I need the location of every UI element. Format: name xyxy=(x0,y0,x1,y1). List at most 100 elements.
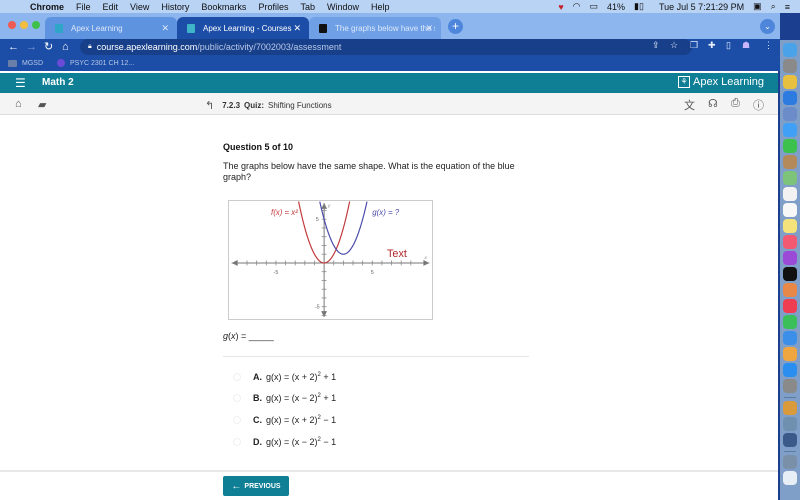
heart-status-icon[interactable]: ♥ xyxy=(558,2,563,12)
news-icon[interactable] xyxy=(783,299,797,313)
address-bar[interactable]: 🔒︎ course.apexlearning.com /public/activ… xyxy=(80,39,692,55)
app-store-icon[interactable] xyxy=(783,363,797,377)
chrome-menu-icon[interactable]: ⋮ xyxy=(764,40,773,51)
home-button[interactable]: ⌂ xyxy=(62,39,69,55)
finder-icon[interactable] xyxy=(783,43,797,57)
text-to-speech-icon[interactable]: ☊ xyxy=(708,97,718,110)
tab-apex-learning-courses[interactable]: Apex Learning - Courses ✕ xyxy=(177,17,309,39)
maps-icon[interactable] xyxy=(783,171,797,185)
arrow-left-icon: ← xyxy=(231,480,242,492)
pages-icon[interactable] xyxy=(783,347,797,361)
zoom-window-button[interactable] xyxy=(32,21,40,29)
close-tab-icon[interactable]: ✕ xyxy=(425,23,433,34)
airplay-icon[interactable]: ▭ xyxy=(590,1,599,12)
messages-icon[interactable] xyxy=(783,123,797,137)
print-icon[interactable]: ⎙ xyxy=(731,97,740,110)
radio-button[interactable] xyxy=(233,438,241,446)
screen-icon[interactable]: ▣ xyxy=(753,1,762,12)
apex-logo-icon: ⚘ xyxy=(678,76,691,88)
menu-edit[interactable]: Edit xyxy=(103,2,119,12)
sidebar-icon[interactable]: ▯ xyxy=(726,40,731,51)
menu-window[interactable]: Window xyxy=(327,2,359,12)
music-icon[interactable] xyxy=(783,235,797,249)
spotlight-icon[interactable]: ⌕ xyxy=(771,1,776,12)
x-tick-label: -5 xyxy=(274,270,279,276)
radio-button[interactable] xyxy=(233,373,241,381)
menu-view[interactable]: View xyxy=(130,2,149,12)
tab-graphs-question[interactable]: The graphs below have the sa ✕ xyxy=(309,17,441,39)
url-path: /public/activity/7002003/assessment xyxy=(197,42,342,52)
photos-icon[interactable] xyxy=(783,283,797,297)
web-page: ☰ Math 2 ⚘ Apex Learning ⌂ ▰ ↰ 7.2.3 Qui… xyxy=(0,71,778,500)
contacts-icon[interactable] xyxy=(783,155,797,169)
preview-icon[interactable] xyxy=(783,107,797,121)
course-header: ☰ Math 2 ⚘ Apex Learning xyxy=(0,73,778,93)
tab-groups-icon[interactable]: ❐ xyxy=(690,40,698,51)
choice-b[interactable]: B. g(x) = (x − 2)2 + 1 xyxy=(233,391,336,405)
world-icon[interactable] xyxy=(783,401,797,415)
choice-a[interactable]: A. g(x) = (x + 2)2 + 1 xyxy=(233,370,336,384)
menu-help[interactable]: Help xyxy=(371,2,390,12)
wifi-icon[interactable]: ◠ xyxy=(573,1,581,12)
podcasts-icon[interactable] xyxy=(783,251,797,265)
radio-button[interactable] xyxy=(233,394,241,402)
control-center-icon[interactable]: ≡ xyxy=(785,2,790,12)
tab-title: Apex Learning - Courses xyxy=(203,23,292,33)
lock-icon[interactable]: 🔒︎ xyxy=(88,43,92,51)
tab-search-button[interactable]: ⌄ xyxy=(760,19,775,34)
forward-button[interactable]: → xyxy=(26,39,37,55)
minimize-window-button[interactable] xyxy=(20,21,28,29)
choice-equation: g(x) = (x − 2)2 − 1 xyxy=(266,437,336,447)
menu-app-name[interactable]: Chrome xyxy=(30,2,64,12)
home-icon[interactable]: ⌂ xyxy=(15,98,22,110)
close-window-button[interactable] xyxy=(8,21,16,29)
extensions-icon[interactable]: ✚ xyxy=(708,40,716,51)
new-tab-button[interactable]: + xyxy=(448,19,463,34)
briefcase-icon[interactable]: ▰ xyxy=(38,98,46,111)
menu-bookmarks[interactable]: Bookmarks xyxy=(201,2,246,12)
calendar-icon[interactable] xyxy=(783,203,797,217)
previous-button[interactable]: ← PREVIOUS xyxy=(223,476,289,496)
profile-avatar-icon[interactable]: ☗ xyxy=(742,40,750,51)
share-icon[interactable]: ⇪ xyxy=(652,40,660,51)
menu-history[interactable]: History xyxy=(161,2,189,12)
bookmarks-bar: MGSD PSYC 2301 CH 12... xyxy=(0,55,780,71)
choice-d[interactable]: D. g(x) = (x − 2)2 − 1 xyxy=(233,435,336,449)
system-preferences-icon[interactable] xyxy=(783,379,797,393)
y-tick-label: -5 xyxy=(315,305,320,311)
menu-profiles[interactable]: Profiles xyxy=(258,2,288,12)
reload-button[interactable]: ↻ xyxy=(44,39,53,55)
notes-icon[interactable] xyxy=(783,219,797,233)
menu-tab[interactable]: Tab xyxy=(300,2,315,12)
numbers-icon[interactable] xyxy=(783,315,797,329)
chrome-icon[interactable] xyxy=(783,75,797,89)
back-button[interactable]: ← xyxy=(8,39,19,55)
bookmark-mgsd[interactable]: MGSD xyxy=(8,59,43,67)
menu-file[interactable]: File xyxy=(76,2,91,12)
close-tab-icon[interactable]: ✕ xyxy=(161,23,169,34)
launchpad-icon[interactable] xyxy=(783,59,797,73)
downloads-icon[interactable] xyxy=(783,455,797,469)
tab-apex-learning[interactable]: Apex Learning ✕ xyxy=(45,17,177,39)
close-tab-icon[interactable]: ✕ xyxy=(293,23,301,34)
menu-list-icon[interactable]: ☰ xyxy=(15,76,26,90)
keynote-icon[interactable] xyxy=(783,331,797,345)
image-capture-icon[interactable] xyxy=(783,417,797,431)
reminders-icon[interactable] xyxy=(783,187,797,201)
safari-icon[interactable] xyxy=(783,91,797,105)
up-arrow-icon[interactable]: ↰ xyxy=(205,99,214,112)
battery-icon[interactable]: ▮▯ xyxy=(634,1,644,12)
y-axis-label: y xyxy=(327,204,331,209)
quicktime-icon[interactable] xyxy=(783,433,797,447)
translate-icon[interactable]: 文 xyxy=(684,97,695,113)
help-icon[interactable]: ⓘ xyxy=(753,97,764,113)
trash-icon[interactable] xyxy=(783,471,797,485)
datetime[interactable]: Tue Jul 5 7:21:29 PM xyxy=(659,2,744,12)
radio-button[interactable] xyxy=(233,416,241,424)
bookmark-star-icon[interactable]: ☆ xyxy=(670,40,678,51)
bookmark-psyc[interactable]: PSYC 2301 CH 12... xyxy=(57,59,134,67)
tv-icon[interactable] xyxy=(783,267,797,281)
facetime-icon[interactable] xyxy=(783,139,797,153)
choice-letter: D. xyxy=(253,437,262,447)
choice-c[interactable]: C. g(x) = (x + 2)2 − 1 xyxy=(233,413,336,427)
